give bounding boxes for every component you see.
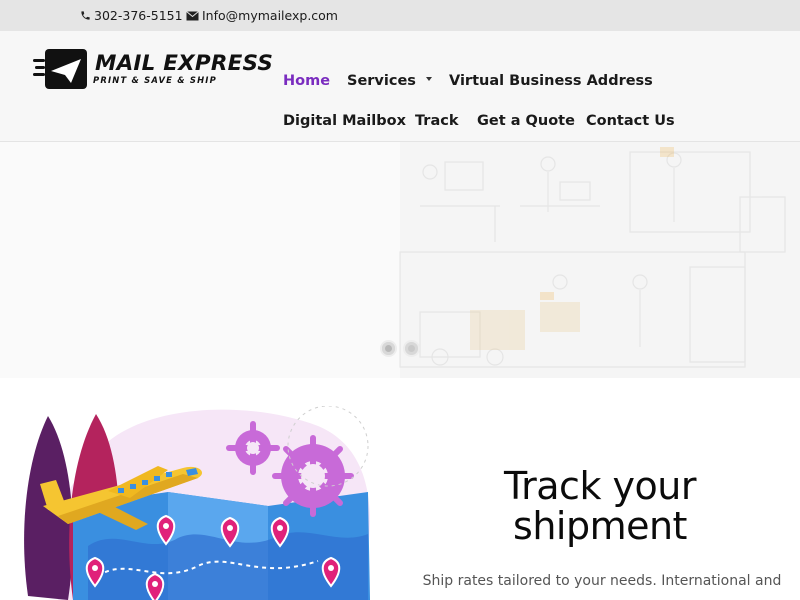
logo-title: MAIL EXPRESS <box>95 51 274 76</box>
nav-item-virtual-business-address[interactable]: Virtual Business Address <box>449 73 653 89</box>
nav-item-home[interactable]: Home <box>283 73 330 89</box>
hero-slider <box>0 142 800 378</box>
track-feature-section: Track your shipment Ship rates tailored … <box>0 378 800 600</box>
email-contact[interactable]: Info@mymailexp.com <box>186 8 338 23</box>
slider-dot-1[interactable] <box>380 340 397 357</box>
nav-item-services[interactable]: Services <box>347 73 432 89</box>
site-header: MAIL EXPRESS PRINT & SAVE & SHIP Home Se… <box>0 31 800 142</box>
phone-icon <box>80 10 91 21</box>
nav-item-track[interactable]: Track <box>415 113 458 129</box>
phone-contact[interactable]: 302-376-5151 <box>80 8 183 23</box>
top-bar: 302-376-5151 Info@mymailexp.com <box>0 0 800 31</box>
section-title: Track your shipment <box>400 466 800 546</box>
section-title-line-2: shipment <box>513 504 687 548</box>
main-navigation: Home Services Virtual Business Address D… <box>283 31 783 142</box>
phone-number[interactable]: 302-376-5151 <box>94 8 183 23</box>
nav-item-contact-us[interactable]: Contact Us <box>586 113 675 129</box>
nav-item-services-label: Services <box>347 73 416 89</box>
section-title-line-1: Track your <box>504 464 696 508</box>
slider-pagination <box>380 340 420 357</box>
envelope-icon <box>186 10 199 21</box>
nav-item-digital-mailbox[interactable]: Digital Mailbox <box>283 113 406 129</box>
email-address[interactable]: Info@mymailexp.com <box>202 8 338 23</box>
site-logo[interactable]: MAIL EXPRESS PRINT & SAVE & SHIP <box>33 47 273 91</box>
logo-tagline: PRINT & SAVE & SHIP <box>93 75 217 85</box>
shipping-map-illustration <box>24 406 370 600</box>
section-body-text: Ship rates tailored to your needs. Inter… <box>422 573 782 589</box>
logo-mark-icon <box>33 49 87 89</box>
nav-item-get-a-quote[interactable]: Get a Quote <box>477 113 575 129</box>
slider-dot-2[interactable] <box>403 340 420 357</box>
chevron-down-icon <box>425 77 432 81</box>
